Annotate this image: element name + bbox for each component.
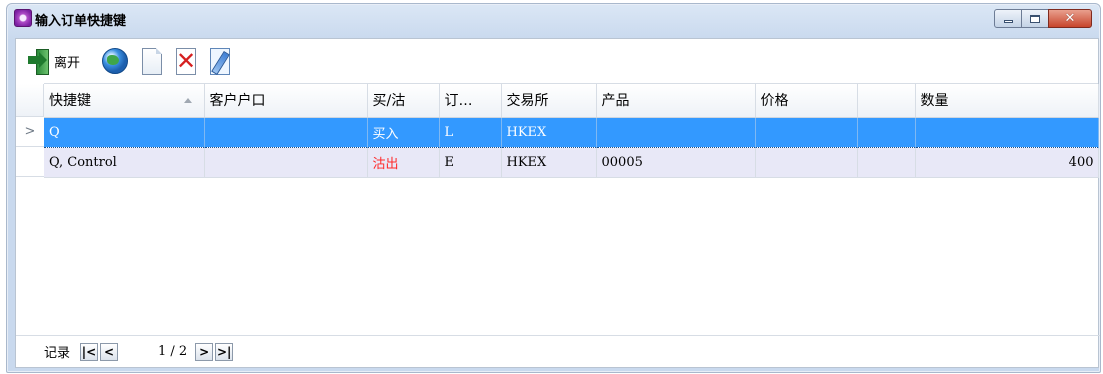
cell-side[interactable]: 买入: [367, 116, 440, 148]
column-header-product[interactable]: 产品: [596, 84, 756, 118]
delete-button[interactable]: ✕: [176, 43, 196, 79]
new-button[interactable]: [142, 43, 163, 79]
maximize-icon: [1030, 14, 1040, 23]
column-header-price[interactable]: 价格: [755, 84, 858, 118]
cell-quantity[interactable]: 400: [915, 147, 1099, 178]
cell-exchange[interactable]: HKEX: [501, 147, 597, 178]
title-bar[interactable]: 输入订单快捷键 ✕: [7, 4, 1100, 38]
cell-shortcut[interactable]: Q, Control: [44, 147, 205, 178]
row-indicator-column: >: [16, 84, 44, 336]
search-button[interactable]: [94, 43, 129, 79]
close-button[interactable]: ✕: [1048, 9, 1092, 28]
cell-order-type[interactable]: L: [439, 116, 502, 148]
column-header-side[interactable]: 买/沽: [367, 84, 440, 118]
new-document-icon: [142, 47, 163, 75]
column-header-order-type[interactable]: 订…: [439, 84, 502, 118]
shortcut-grid: > 快捷键 客户户口 买/沽 订… 交易所 产品 价格 数量 Q 买入 L HK…: [16, 83, 1099, 335]
globe-icon: [102, 48, 129, 74]
column-header-shortcut[interactable]: 快捷键: [44, 84, 205, 118]
cell-side[interactable]: 沽出: [367, 147, 440, 178]
first-record-icon: |<: [81, 344, 97, 359]
cell-price[interactable]: [755, 116, 858, 148]
close-icon: ✕: [1064, 11, 1076, 26]
data-table: 快捷键 客户户口 买/沽 订… 交易所 产品 价格 数量 Q 买入 L HKEX…: [44, 84, 1099, 178]
table-row[interactable]: Q, Control 沽出 E HKEX 00005 400: [44, 147, 1099, 178]
cell-shortcut[interactable]: Q: [44, 116, 205, 148]
column-header-exchange[interactable]: 交易所: [501, 84, 597, 118]
cell-quantity[interactable]: [915, 116, 1099, 148]
cell-extra[interactable]: [857, 116, 916, 148]
content-area: 离开 ✕ > 快捷键 客户户口 买/沽 订… 交易所 产品 价格 数量 Q 买入…: [15, 38, 1100, 368]
column-header-account[interactable]: 客户户口: [204, 84, 368, 118]
gutter-header: [16, 84, 44, 117]
exit-label: 离开: [54, 55, 81, 71]
window-controls: ✕: [994, 9, 1092, 28]
current-row-indicator[interactable]: >: [16, 117, 44, 147]
cell-account[interactable]: [204, 147, 368, 178]
navigator-label: 记录: [44, 346, 71, 361]
cell-product[interactable]: 00005: [596, 147, 756, 178]
delete-icon: ✕: [175, 47, 197, 75]
column-header-quantity[interactable]: 数量: [915, 84, 1099, 118]
minimize-icon: [1003, 20, 1013, 23]
minimize-button[interactable]: [994, 9, 1022, 28]
header-row: 快捷键 客户户口 买/沽 订… 交易所 产品 价格 数量: [44, 84, 1099, 118]
exit-button[interactable]: 离开: [28, 43, 80, 79]
record-position: 1 / 2: [158, 344, 188, 359]
cell-account[interactable]: [204, 116, 368, 148]
previous-record-button[interactable]: <: [100, 342, 119, 361]
next-record-icon: >: [199, 344, 210, 359]
last-record-icon: >|: [216, 344, 232, 359]
cell-order-type[interactable]: E: [439, 147, 502, 178]
row-indicator[interactable]: [16, 147, 44, 177]
edit-icon: [210, 47, 231, 75]
table-row[interactable]: Q 买入 L HKEX: [44, 116, 1099, 148]
shortcut-window: 输入订单快捷键 ✕ 离开 ✕ > 快捷键 客户户口 买/沽 订… 交易所 产品 …: [6, 3, 1101, 373]
maximize-button[interactable]: [1021, 9, 1049, 28]
edit-button[interactable]: [210, 43, 231, 79]
app-icon: [14, 9, 32, 27]
last-record-button[interactable]: >|: [215, 342, 234, 361]
cell-extra[interactable]: [857, 147, 916, 178]
cell-exchange[interactable]: HKEX: [501, 116, 597, 148]
sort-ascending-icon: [183, 98, 192, 103]
next-record-button[interactable]: >: [195, 342, 214, 361]
cell-price[interactable]: [755, 147, 858, 178]
previous-record-icon: <: [103, 344, 115, 359]
toolbar: 离开 ✕: [16, 39, 1098, 83]
exit-icon: [28, 47, 50, 75]
window-title: 输入订单快捷键: [35, 14, 127, 29]
cell-product[interactable]: [596, 116, 756, 148]
record-navigator: 记录 |< < 1 / 2 > >|: [16, 335, 1100, 367]
column-header-extra[interactable]: [857, 84, 916, 118]
first-record-button[interactable]: |<: [80, 342, 99, 361]
